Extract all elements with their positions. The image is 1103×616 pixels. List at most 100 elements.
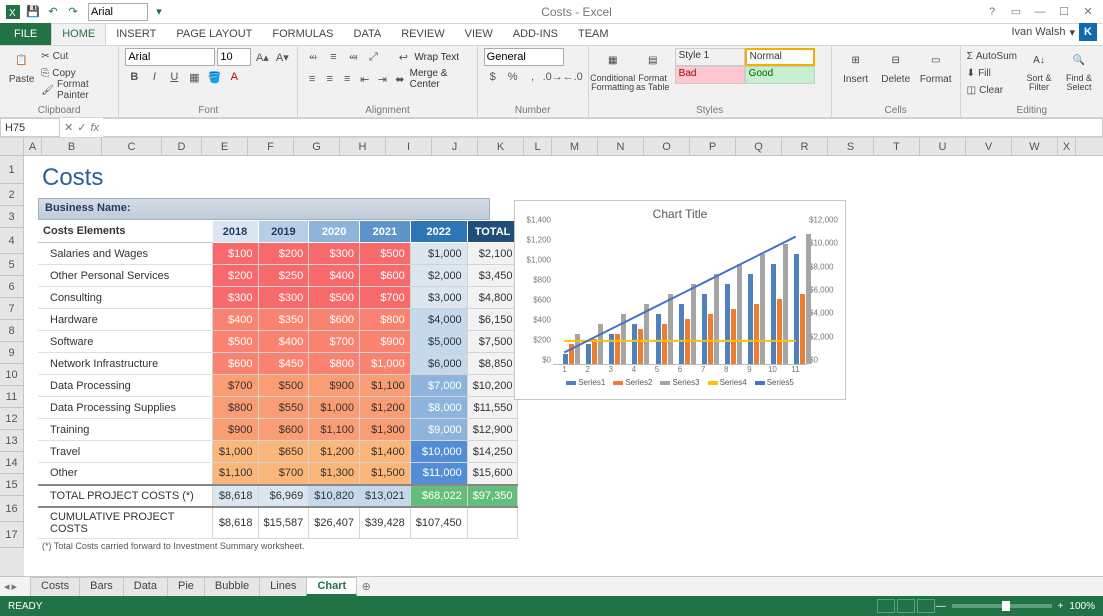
row-header[interactable]: 1 <box>0 156 24 184</box>
formula-input[interactable] <box>103 118 1103 137</box>
ribbon-options-icon[interactable]: ▭ <box>1005 3 1027 21</box>
style-normal[interactable]: Normal <box>745 48 815 66</box>
tab-home[interactable]: HOME <box>51 23 106 45</box>
indent-inc-icon[interactable]: ⇥ <box>375 70 391 88</box>
column-header[interactable]: T <box>874 138 920 155</box>
undo-icon[interactable]: ↶ <box>44 3 62 21</box>
underline-button[interactable]: U <box>165 68 183 86</box>
tab-file[interactable]: FILE <box>0 23 51 45</box>
format-as-table-button[interactable]: ▤Format as Table <box>635 48 671 92</box>
font-name-combo[interactable] <box>125 48 215 66</box>
row-header[interactable]: 14 <box>0 452 24 474</box>
tab-data[interactable]: DATA <box>344 23 392 45</box>
column-header[interactable]: W <box>1012 138 1058 155</box>
sheet-tab-pie[interactable]: Pie <box>167 577 205 596</box>
help-icon[interactable]: ? <box>981 3 1003 21</box>
style-bad[interactable]: Bad <box>675 66 745 84</box>
row-header[interactable]: 17 <box>0 522 24 548</box>
zoom-level[interactable]: 100% <box>1069 601 1095 612</box>
worksheet-grid[interactable]: 1234567891011121314151617 Costs Business… <box>0 156 1103 576</box>
column-header[interactable]: E <box>202 138 248 155</box>
column-header[interactable]: U <box>920 138 966 155</box>
conditional-formatting-button[interactable]: ▦Conditional Formatting <box>595 48 631 92</box>
align-left-icon[interactable]: ≡ <box>304 70 320 88</box>
delete-cells-button[interactable]: ⊟Delete <box>878 48 914 85</box>
font-color-button[interactable]: A <box>225 68 243 86</box>
increase-font-icon[interactable]: A▴ <box>253 48 271 66</box>
border-button[interactable]: ▦ <box>185 68 203 86</box>
row-header[interactable]: 6 <box>0 276 24 298</box>
sheet-tab-lines[interactable]: Lines <box>259 577 307 596</box>
column-header[interactable]: H <box>340 138 386 155</box>
clear-button[interactable]: ◫Clear <box>967 82 1017 98</box>
qat-font-selector[interactable] <box>88 3 148 21</box>
row-header[interactable]: 10 <box>0 364 24 386</box>
align-right-icon[interactable]: ≡ <box>339 70 355 88</box>
insert-cells-button[interactable]: ⊞Insert <box>838 48 874 85</box>
row-header[interactable]: 16 <box>0 496 24 522</box>
row-header[interactable]: 13 <box>0 430 24 452</box>
column-header[interactable]: C <box>102 138 162 155</box>
tab-formulas[interactable]: FORMULAS <box>262 23 343 45</box>
tab-team[interactable]: TEAM <box>568 23 619 45</box>
find-select-button[interactable]: 🔍Find & Select <box>1061 48 1097 92</box>
column-header[interactable]: F <box>248 138 294 155</box>
cut-button[interactable]: ✂Cut <box>41 48 112 64</box>
column-header[interactable]: S <box>828 138 874 155</box>
merge-button[interactable]: ⬌ <box>392 70 408 88</box>
tab-view[interactable]: VIEW <box>455 23 503 45</box>
name-box[interactable]: H75 <box>0 118 60 137</box>
new-sheet-button[interactable]: ⊕ <box>356 580 376 593</box>
sheet-tab-costs[interactable]: Costs <box>30 577 80 596</box>
style-good[interactable]: Good <box>745 66 815 84</box>
tab-addins[interactable]: ADD-INS <box>503 23 568 45</box>
column-header[interactable]: L <box>524 138 552 155</box>
decrease-font-icon[interactable]: A▾ <box>273 48 291 66</box>
chart[interactable]: Chart Title $0$200$400$600$800$1,000$1,2… <box>514 200 846 400</box>
column-header[interactable]: G <box>294 138 340 155</box>
sort-filter-button[interactable]: A↓Sort & Filter <box>1021 48 1057 92</box>
number-format-combo[interactable] <box>484 48 564 66</box>
tab-pagelayout[interactable]: PAGE LAYOUT <box>166 23 262 45</box>
column-header[interactable]: P <box>690 138 736 155</box>
wrap-text-button[interactable]: ↩ <box>394 48 412 66</box>
tab-insert[interactable]: INSERT <box>106 23 166 45</box>
row-header[interactable]: 11 <box>0 386 24 408</box>
comma-icon[interactable]: , <box>524 68 542 86</box>
maximize-icon[interactable]: ☐ <box>1053 3 1075 21</box>
column-header[interactable]: V <box>966 138 1012 155</box>
font-size-combo[interactable] <box>217 48 251 66</box>
zoom-out-button[interactable]: — <box>936 601 946 612</box>
bold-button[interactable]: B <box>125 68 143 86</box>
zoom-slider[interactable] <box>952 604 1052 608</box>
row-header[interactable]: 7 <box>0 298 24 320</box>
row-header[interactable]: 4 <box>0 228 24 254</box>
user-account[interactable]: Ivan Walsh ▾ K <box>1005 19 1103 45</box>
zoom-in-button[interactable]: + <box>1058 601 1064 612</box>
row-header[interactable]: 12 <box>0 408 24 430</box>
sheet-tab-chart[interactable]: Chart <box>306 577 357 596</box>
cancel-formula-icon[interactable]: ✕ <box>64 121 73 134</box>
style-style1[interactable]: Style 1 <box>675 48 745 66</box>
align-middle-icon[interactable]: ≡ <box>324 48 342 66</box>
cell-styles-gallery[interactable]: Style 1 Normal Bad Good <box>675 48 825 84</box>
row-header[interactable]: 2 <box>0 184 24 206</box>
row-header[interactable]: 15 <box>0 474 24 496</box>
format-cells-button[interactable]: ▭Format <box>918 48 954 85</box>
column-header[interactable]: A <box>24 138 42 155</box>
row-header[interactable]: 5 <box>0 254 24 276</box>
tab-review[interactable]: REVIEW <box>391 23 454 45</box>
view-normal-button[interactable] <box>877 599 895 613</box>
qat-dropdown-icon[interactable]: ▾ <box>150 3 168 21</box>
row-header[interactable]: 8 <box>0 320 24 342</box>
paste-button[interactable]: 📋Paste <box>6 48 37 85</box>
sheet-tab-bars[interactable]: Bars <box>79 577 124 596</box>
close-icon[interactable]: ✕ <box>1077 3 1099 21</box>
tab-nav-prev-icon[interactable]: ◂ <box>4 580 10 593</box>
minimize-icon[interactable]: — <box>1029 3 1051 21</box>
percent-icon[interactable]: % <box>504 68 522 86</box>
column-header[interactable]: M <box>552 138 598 155</box>
sheet-tab-bubble[interactable]: Bubble <box>204 577 260 596</box>
italic-button[interactable]: I <box>145 68 163 86</box>
column-header[interactable]: J <box>432 138 478 155</box>
